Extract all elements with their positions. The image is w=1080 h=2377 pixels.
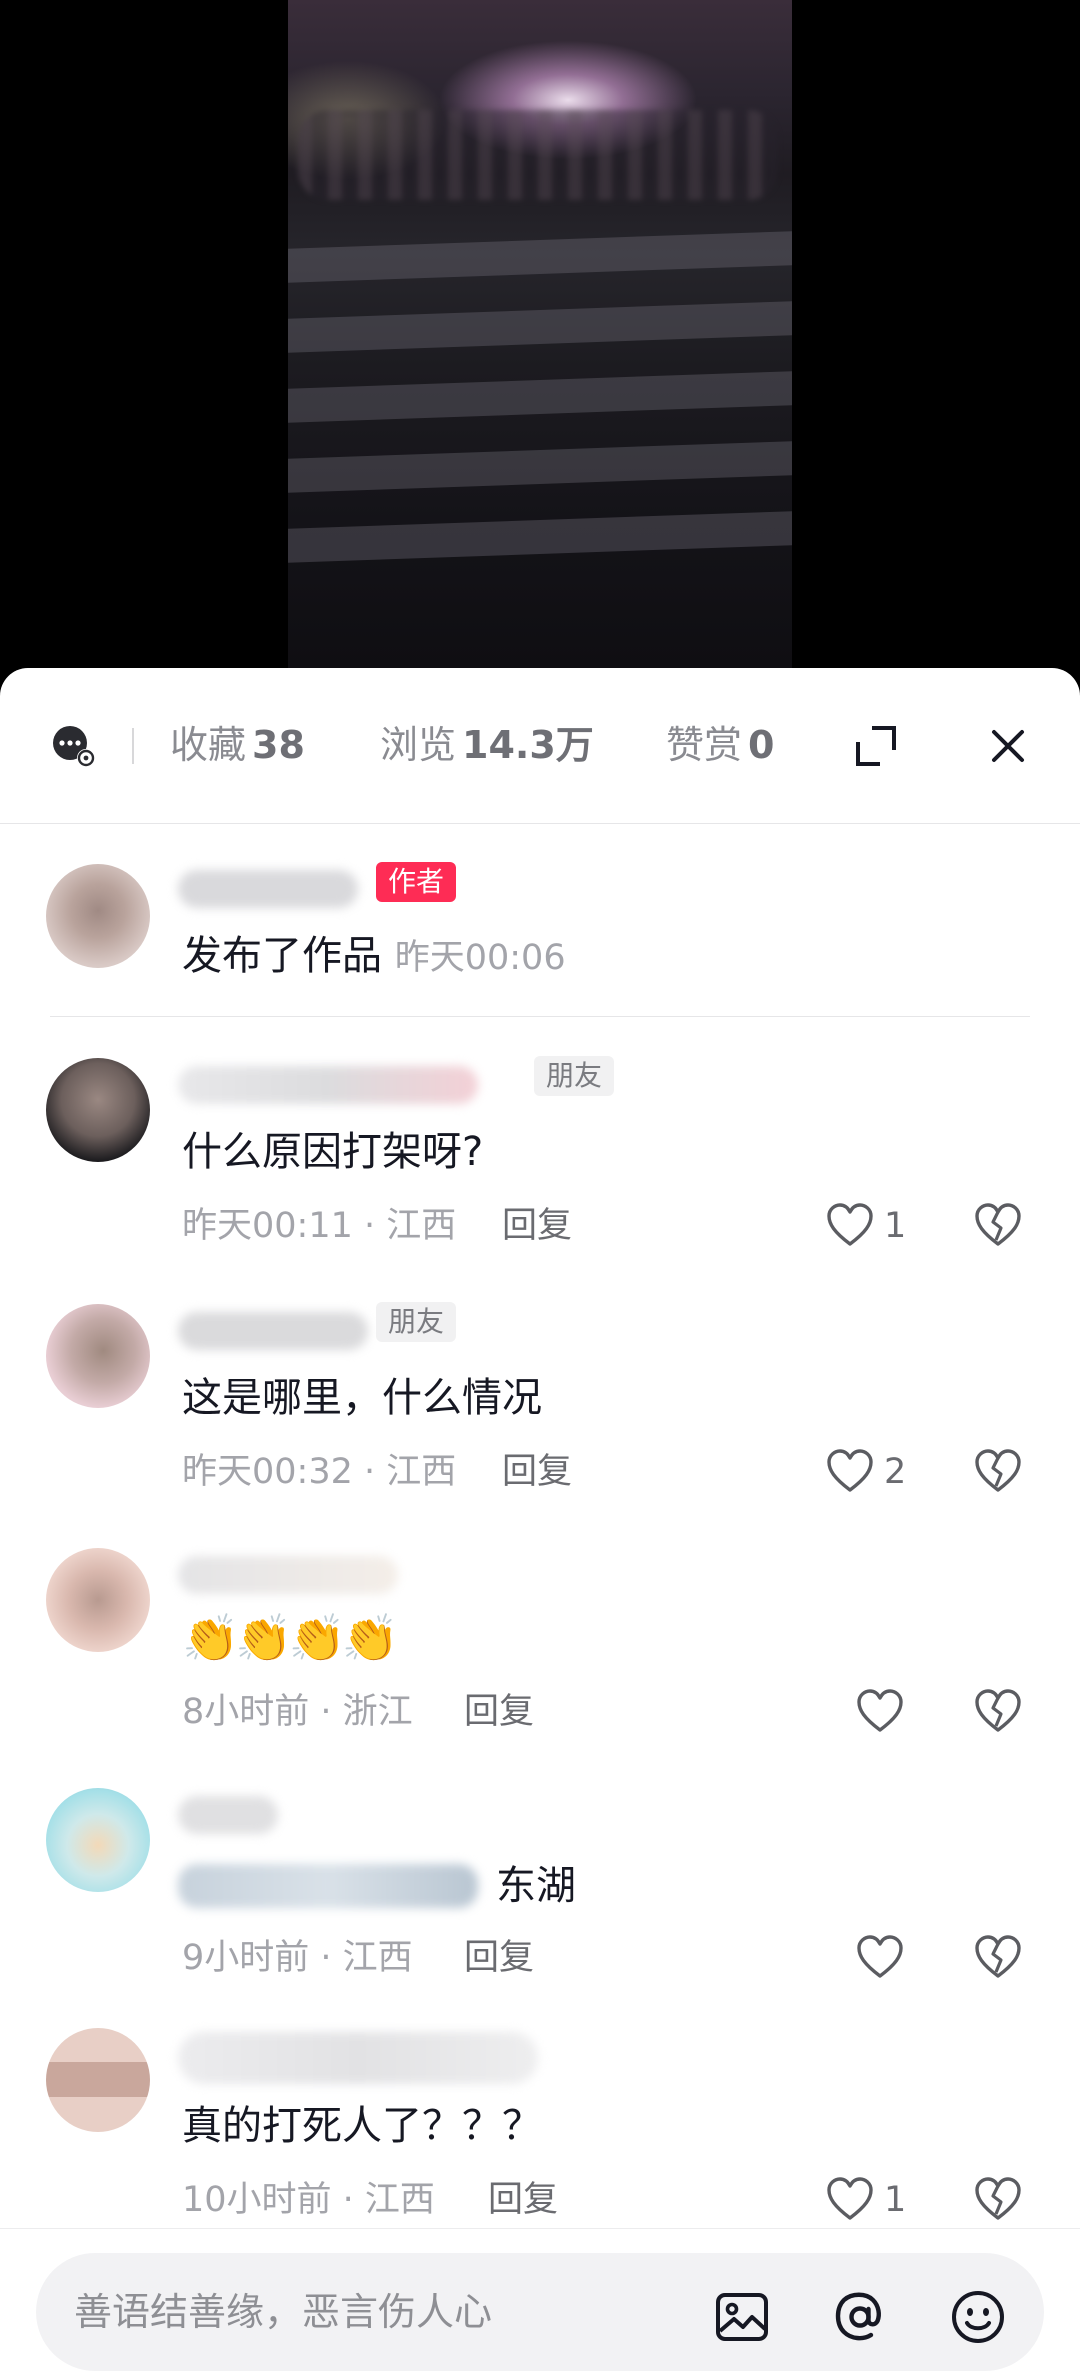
- comment-input[interactable]: 善语结善缘，恶言伤人心: [36, 2253, 1044, 2371]
- username-blurred[interactable]: [178, 2032, 538, 2084]
- views-label: 浏览: [380, 723, 457, 767]
- broken-heart-icon[interactable]: [972, 2174, 1024, 2226]
- like-count: 1: [884, 2180, 907, 2220]
- broken-heart-icon[interactable]: [972, 1686, 1024, 1738]
- comment-meta: 昨天00:32 · 江西: [182, 1452, 457, 1492]
- separator: [50, 1016, 1030, 1017]
- emoji-icon[interactable]: [948, 2287, 1008, 2347]
- heart-icon[interactable]: [854, 1686, 906, 1738]
- comment-meta: 10小时前 · 江西: [182, 2180, 435, 2220]
- crosswalk-stripe: [288, 441, 792, 493]
- comment-meta: 9小时前 · 江西: [182, 1938, 413, 1978]
- heart-icon[interactable]: [824, 1200, 876, 1252]
- post-action-text: 发布了作品: [182, 933, 382, 979]
- username-blurred[interactable]: [178, 1796, 278, 1834]
- friend-badge: 朋友: [376, 1302, 457, 1342]
- avatar[interactable]: [46, 1788, 150, 1892]
- crosswalk-stripe: [288, 231, 792, 283]
- comment-text: 这是哪里，什么情况: [182, 1375, 542, 1421]
- rewards-label: 赞赏: [666, 723, 743, 767]
- comment-text: 👏👏👏👏: [182, 1611, 399, 1665]
- favorites-label: 收藏: [170, 723, 247, 767]
- views-count: 14.3万: [462, 723, 594, 767]
- avatar[interactable]: [46, 1548, 150, 1652]
- crosswalk-stripe: [288, 511, 792, 563]
- comment-text: 什么原因打架呀?: [182, 1129, 484, 1175]
- like-count: 2: [884, 1452, 907, 1492]
- reply-button[interactable]: 回复: [488, 2176, 558, 2224]
- mention-icon[interactable]: [830, 2287, 890, 2347]
- expand-icon[interactable]: [850, 720, 902, 772]
- comment-text: 真的打死人了？？？: [182, 2103, 542, 2149]
- favorites-stat[interactable]: 收藏 38: [170, 720, 305, 770]
- reply-button[interactable]: 回复: [464, 1688, 534, 1736]
- comment-settings-icon[interactable]: [50, 722, 98, 770]
- broken-heart-icon[interactable]: [972, 1446, 1024, 1498]
- comment-text: 东湖: [496, 1863, 576, 1909]
- comment-input-placeholder: 善语结善缘，恶言伤人心: [74, 2290, 493, 2334]
- heart-icon[interactable]: [824, 2174, 876, 2226]
- sheet-header: 收藏 38 浏览 14.3万 赞赏 0: [0, 668, 1080, 824]
- video-frame[interactable]: [288, 0, 792, 668]
- image-icon[interactable]: [712, 2287, 772, 2347]
- rewards-count: 0: [748, 723, 775, 767]
- comment-meta: 昨天00:11 · 江西: [182, 1206, 457, 1246]
- username-blurred[interactable]: [178, 1556, 398, 1594]
- comment-sheet: 收藏 38 浏览 14.3万 赞赏 0 作者 发布了作品 昨天00:06 朋友 什么原…: [0, 668, 1080, 2377]
- comment-meta: 8小时前 · 浙江: [182, 1692, 413, 1732]
- header-divider: [132, 728, 134, 764]
- avatar[interactable]: [46, 2028, 150, 2132]
- crosswalk-stripe: [288, 301, 792, 353]
- broken-heart-icon[interactable]: [972, 1932, 1024, 1984]
- reply-button[interactable]: 回复: [502, 1202, 572, 1250]
- video-crowd: [298, 110, 778, 200]
- friend-badge: 朋友: [534, 1056, 615, 1096]
- author-post-text: 发布了作品 昨天00:06: [182, 928, 566, 986]
- mention-blurred: [178, 1864, 478, 1908]
- like-count: 1: [884, 1206, 907, 1246]
- video-player[interactable]: [0, 0, 1080, 668]
- broken-heart-icon[interactable]: [972, 1200, 1024, 1252]
- comment-input-bar: 善语结善缘，恶言伤人心: [0, 2228, 1080, 2377]
- username-blurred[interactable]: [178, 1066, 478, 1104]
- heart-icon[interactable]: [854, 1932, 906, 1984]
- post-time: 昨天00:06: [394, 938, 566, 978]
- avatar[interactable]: [46, 1304, 150, 1408]
- rewards-stat[interactable]: 赞赏 0: [666, 720, 774, 770]
- favorites-count: 38: [252, 723, 305, 767]
- author-badge: 作者: [376, 862, 457, 902]
- username-blurred[interactable]: [178, 870, 358, 908]
- heart-icon[interactable]: [824, 1446, 876, 1498]
- avatar[interactable]: [46, 864, 150, 968]
- reply-button[interactable]: 回复: [464, 1934, 534, 1982]
- crosswalk-stripe: [288, 371, 792, 423]
- username-blurred[interactable]: [178, 1312, 368, 1350]
- avatar[interactable]: [46, 1058, 150, 1162]
- close-icon[interactable]: [982, 720, 1034, 772]
- views-stat: 浏览 14.3万: [380, 720, 594, 770]
- reply-button[interactable]: 回复: [502, 1448, 572, 1496]
